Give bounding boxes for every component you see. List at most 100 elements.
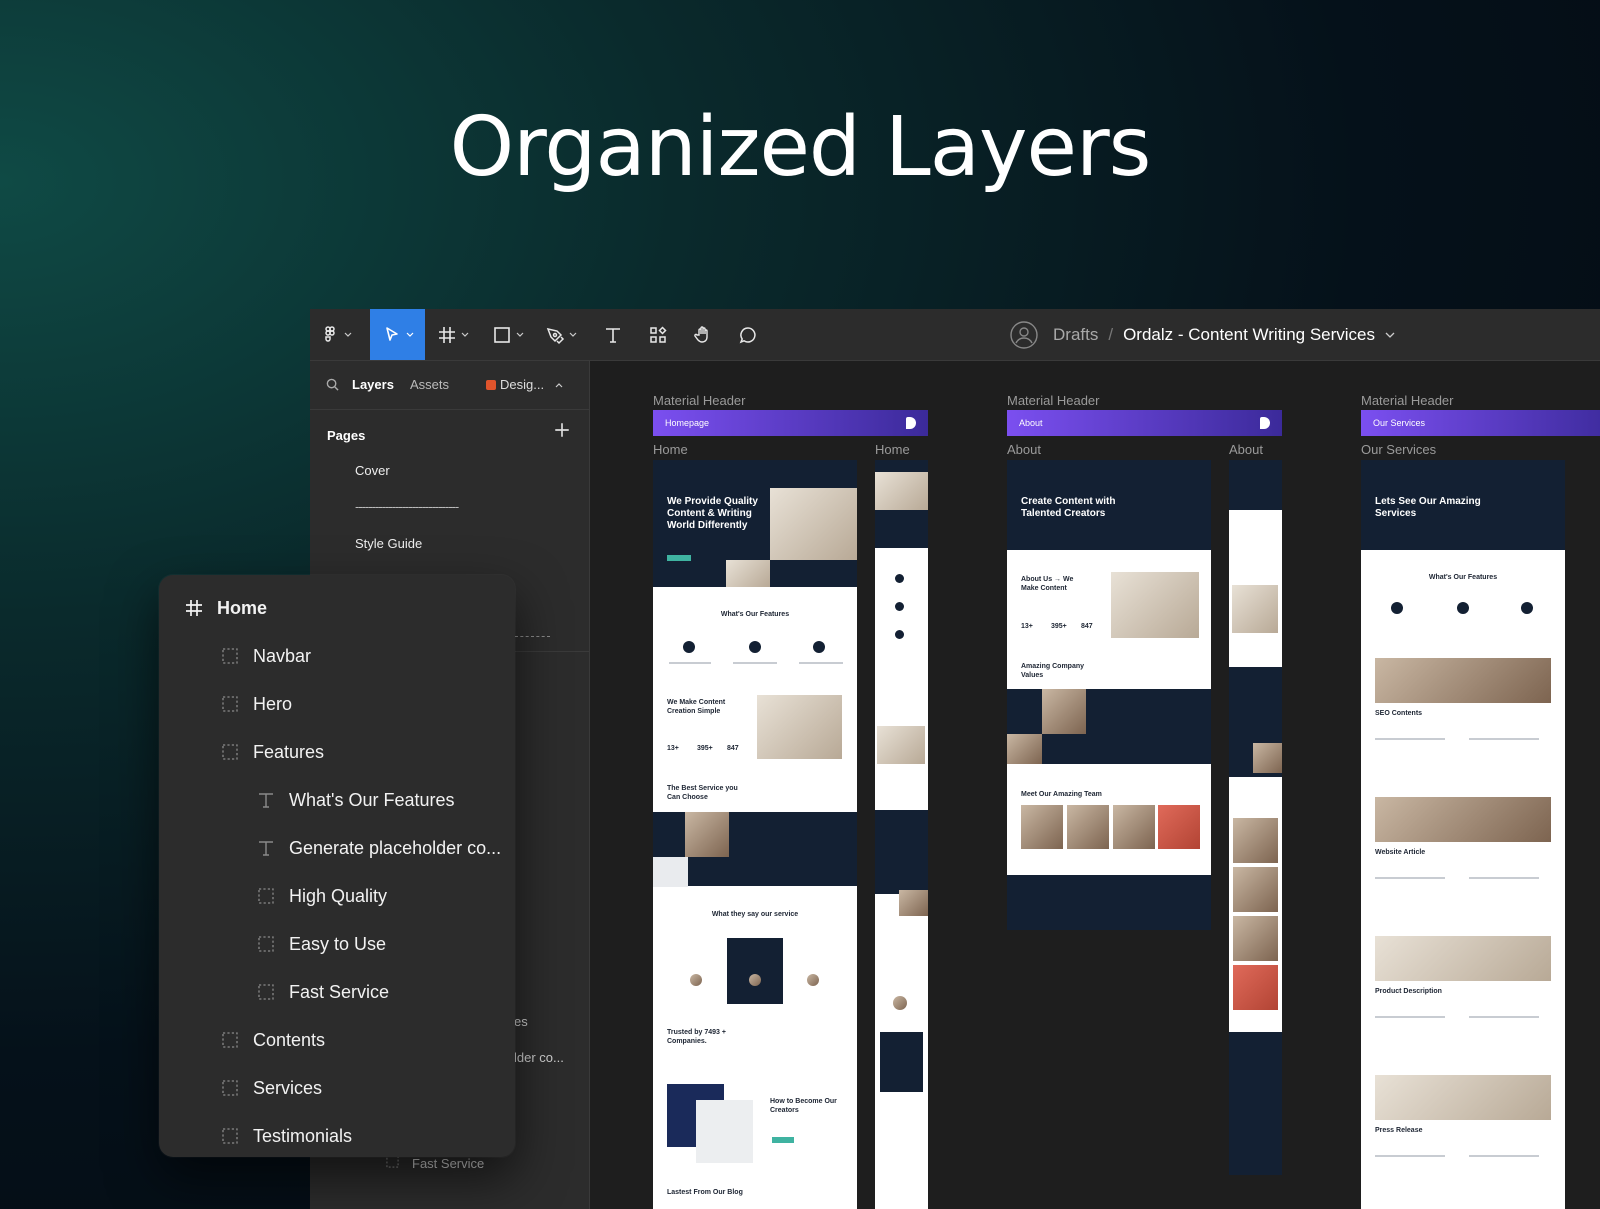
- pen-tool-button[interactable]: [538, 309, 583, 360]
- frame-label-mobile: About: [1229, 442, 1263, 457]
- team-member-photo: [1021, 805, 1063, 849]
- placeholder-text: [1375, 738, 1445, 740]
- layer-item-services[interactable]: Services: [159, 1066, 577, 1110]
- layer-item-generate-placeholder[interactable]: Generate placeholder co...: [159, 826, 613, 870]
- services-desktop-frame[interactable]: Lets See Our Amazing Services What's Our…: [1361, 460, 1565, 1209]
- layer-item-testimonials[interactable]: Testimonials: [159, 1114, 577, 1158]
- user-avatar-icon[interactable]: [1010, 320, 1038, 349]
- service-title: Product Description: [1375, 988, 1442, 995]
- layer-label: Fast Service: [289, 981, 390, 1002]
- components-tool-button[interactable]: [635, 309, 680, 360]
- tab-assets[interactable]: Assets: [410, 377, 449, 392]
- layer-root-home[interactable]: Home: [159, 586, 541, 630]
- layer-label: Hero: [253, 693, 293, 714]
- brand-logo-icon: [906, 417, 916, 429]
- frame-dashed-icon: [222, 1032, 238, 1048]
- add-page-icon[interactable]: [553, 421, 571, 439]
- layer-item-high-quality[interactable]: High Quality: [159, 874, 613, 918]
- pages-heading: Pages: [327, 428, 366, 443]
- decor-block: [653, 857, 688, 887]
- layer-label: Features: [253, 741, 325, 762]
- text-tool-button[interactable]: [590, 309, 635, 360]
- breadcrumb: Drafts / Ordalz - Content Writing Servic…: [1010, 309, 1395, 360]
- creators-heading: How to Become Our Creators: [770, 1098, 837, 1114]
- material-header-homepage[interactable]: Homepage: [653, 410, 928, 436]
- about-mobile-frame[interactable]: [1229, 460, 1282, 1175]
- about-image: [1232, 585, 1278, 633]
- header-title: Homepage: [665, 418, 710, 428]
- layer-item-fast-service[interactable]: Fast Service: [412, 1156, 484, 1171]
- team-member-photo: [1158, 805, 1200, 849]
- layer-label: Navbar: [253, 645, 312, 666]
- footer-section: [1229, 1032, 1282, 1175]
- move-tool-button[interactable]: [370, 309, 425, 360]
- header-title: Our Services: [1373, 418, 1426, 428]
- team-heading: Meet Our Amazing Team: [1021, 791, 1102, 798]
- home-mobile-frame[interactable]: [875, 460, 928, 1209]
- shape-tool-button[interactable]: [485, 309, 530, 360]
- hero-image: [770, 488, 857, 560]
- feature-icon: [895, 602, 904, 611]
- breadcrumb-root[interactable]: Drafts: [1053, 325, 1098, 345]
- feature-icon: [895, 630, 904, 639]
- layer-item-whats-our-features[interactable]: What's Our Features: [159, 778, 613, 822]
- layer-item-easy-to-use[interactable]: Easy to Use: [159, 922, 613, 966]
- layer-label: Home: [217, 597, 268, 618]
- material-header-our-services[interactable]: Our Services: [1361, 410, 1600, 436]
- cta-button: [772, 1137, 794, 1143]
- stat-value: 13+: [1021, 623, 1033, 630]
- placeholder-text: [669, 662, 711, 664]
- home-desktop-frame[interactable]: We Provide Quality Content & Writing Wor…: [653, 460, 857, 1209]
- layer-item-features[interactable]: Features: [159, 730, 577, 774]
- frame-dashed-icon: [258, 936, 274, 952]
- avatar: [807, 974, 819, 986]
- chevron-down-icon[interactable]: [1385, 330, 1395, 340]
- frame-label-desktop: About: [1007, 442, 1041, 457]
- values-heading: Amazing Company Values: [1021, 663, 1085, 679]
- gift-icon: [486, 380, 496, 390]
- about-image: [1111, 572, 1199, 638]
- frame-tool-button[interactable]: [430, 309, 475, 360]
- footer-section: [1007, 875, 1211, 930]
- frame-dashed-icon: [222, 1128, 238, 1144]
- about-desktop-frame[interactable]: Create Content with Talented Creators Ab…: [1007, 460, 1211, 930]
- cta-button: [667, 555, 691, 561]
- frame-group-label: Material Header: [653, 393, 746, 408]
- stat-value: 395+: [697, 745, 713, 752]
- team-member-photo: [1233, 818, 1278, 863]
- layer-label: What's Our Features: [289, 789, 455, 810]
- material-header-about[interactable]: About: [1007, 410, 1282, 436]
- layer-label: Services: [253, 1077, 323, 1098]
- layer-item-fast-service[interactable]: Fast Service: [159, 970, 613, 1014]
- design-canvas[interactable]: Material Header Homepage Home Home We Pr…: [590, 361, 1600, 1209]
- page-title: Organized Layers: [449, 100, 1152, 195]
- layer-label: Contents: [253, 1029, 326, 1050]
- comment-tool-button[interactable]: [725, 309, 770, 360]
- stat-value: 847: [727, 745, 739, 752]
- layer-item-contents[interactable]: Contents: [159, 1018, 577, 1062]
- layer-item-navbar[interactable]: Navbar: [159, 634, 577, 678]
- hand-tool-button[interactable]: [680, 309, 725, 360]
- frame-dashed-icon: [222, 648, 238, 664]
- tab-layers[interactable]: Layers: [352, 377, 394, 392]
- search-icon[interactable]: [326, 378, 339, 391]
- chevron-down-icon: [461, 332, 468, 337]
- testimonial-heading: What they say our service: [711, 911, 799, 918]
- file-name[interactable]: Ordalz - Content Writing Services: [1123, 325, 1375, 345]
- team-member-photo: [1233, 916, 1278, 961]
- figma-menu-button[interactable]: [310, 309, 362, 360]
- layer-item-hero[interactable]: Hero: [159, 682, 577, 726]
- layers-panel-zoom: Home Navbar Hero Features What's Our Fea…: [159, 575, 515, 1157]
- tab-design-library[interactable]: Desig...: [486, 377, 544, 392]
- creation-image: [757, 695, 842, 759]
- team-member-photo: [1233, 867, 1278, 912]
- frame-dashed-icon: [222, 696, 238, 712]
- chevron-down-icon: [569, 332, 576, 337]
- page-item-style-guide[interactable]: Style Guide: [355, 536, 422, 551]
- page-item-cover[interactable]: Cover: [355, 463, 390, 478]
- team-member-photo: [1067, 805, 1109, 849]
- chevron-up-icon[interactable]: [555, 381, 563, 389]
- frame-group-label: Material Header: [1007, 393, 1100, 408]
- placeholder-text: [1469, 738, 1539, 740]
- page-item-divider[interactable]: -------------------------------: [355, 499, 459, 514]
